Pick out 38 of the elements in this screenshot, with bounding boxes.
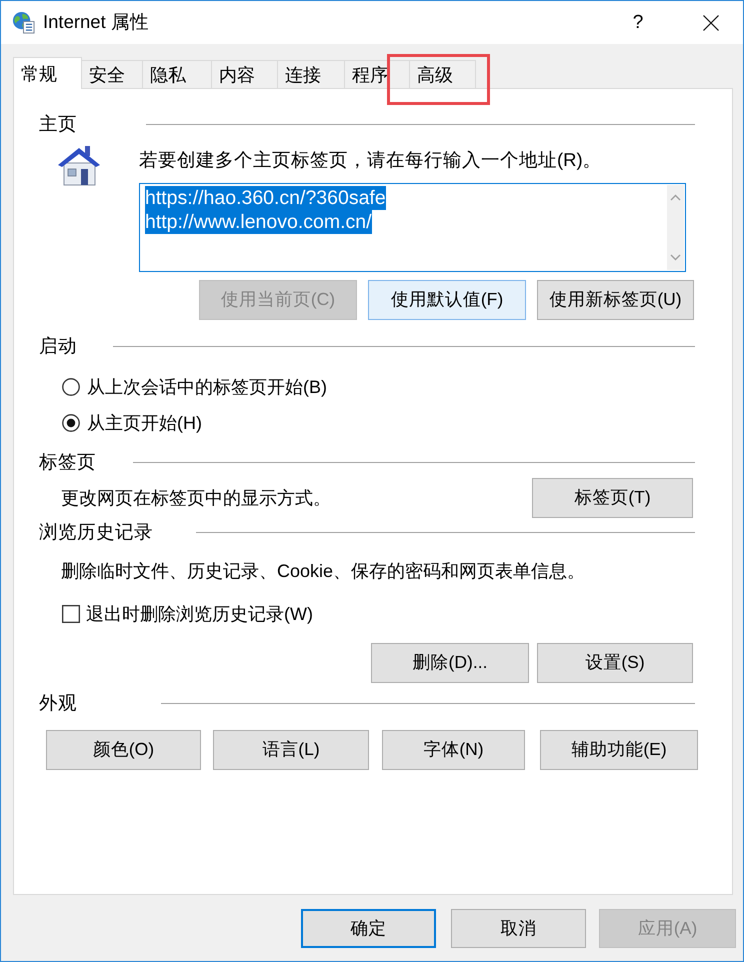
use-default-button[interactable]: 使用默认值(F) [368,280,526,320]
section-heading: 浏览历史记录 [39,520,153,544]
instruction-text: 若要创建多个主页标签页，请在每行输入一个地址(R)。 [139,148,602,172]
cancel-button[interactable]: 取消 [451,909,586,948]
globe-icon [12,11,35,34]
help-button[interactable]: ? [615,1,661,44]
checkbox-label[interactable]: 退出时删除浏览历史记录(W) [86,602,313,626]
fonts-button[interactable]: 字体(N) [382,730,525,770]
radio-label[interactable]: 从上次会话中的标签页开始(B) [87,375,327,399]
close-icon [703,14,719,30]
description-text: 删除临时文件、历史记录、Cookie、保存的密码和网页表单信息。 [61,560,586,583]
section-heading: 标签页 [39,450,96,474]
use-new-tab-button[interactable]: 使用新标签页(U) [537,280,694,320]
window-title: Internet 属性 [43,13,149,32]
radio-label[interactable]: 从主页开始(H) [87,411,202,435]
tabs-button[interactable]: 标签页(T) [532,478,693,518]
tab[interactable]: 隐私 [143,60,212,88]
address-field[interactable]: https://hao.360.cn/?360safe http://www.lenovo.com.cn/ [139,183,686,272]
tab[interactable]: 程序 [345,60,410,88]
radio-button[interactable] [62,414,80,432]
description-text: 更改网页在标签页中的显示方式。 [61,487,331,510]
languages-button[interactable]: 语言(L) [213,730,369,770]
radio-button[interactable] [62,378,80,396]
tab[interactable]: 安全 [82,60,143,88]
tab[interactable]: 内容 [212,60,278,88]
tab[interactable]: 常规 [13,57,82,89]
section-heading: 启动 [39,334,77,358]
house-icon [56,143,102,187]
colors-button[interactable]: 颜色(O) [46,730,201,770]
delete-button[interactable]: 删除(D)... [371,643,529,683]
tab[interactable]: 连接 [278,60,345,88]
accessibility-button[interactable]: 辅助功能(E) [540,730,698,770]
section-heading: 外观 [39,691,77,715]
ok-button[interactable]: 确定 [301,909,436,948]
section-heading: 主页 [39,112,77,136]
tab[interactable]: 高级 [410,60,476,88]
settings-button[interactable]: 设置(S) [537,643,693,683]
checkbox[interactable] [62,605,80,623]
